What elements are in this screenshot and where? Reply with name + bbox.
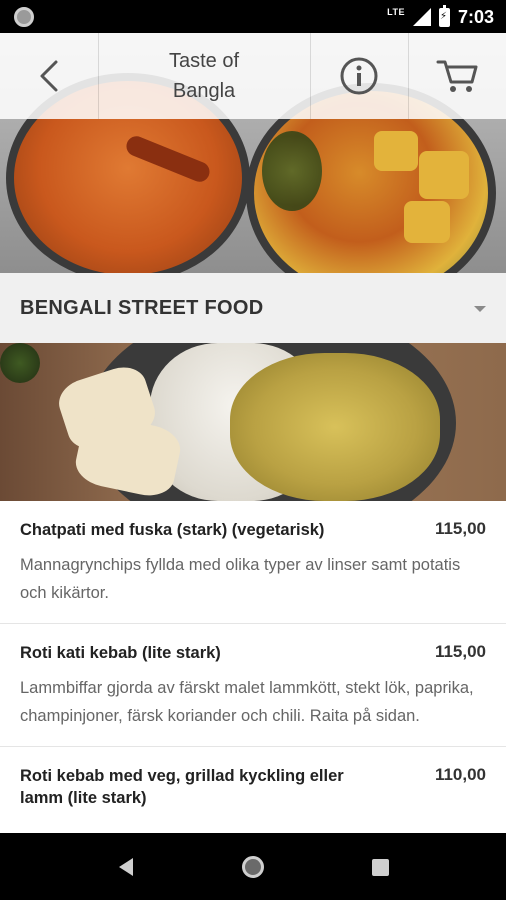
arrow-left-icon xyxy=(40,60,58,92)
square-recents-icon xyxy=(371,858,389,876)
system-recents-button[interactable] xyxy=(350,847,410,887)
cart-button[interactable] xyxy=(408,33,506,119)
title-line-2: Bangla xyxy=(172,80,236,102)
menu-item[interactable]: Chatpati med fuska (stark) (vegetarisk) … xyxy=(0,501,506,624)
herb-decoration xyxy=(0,343,40,383)
signal-icon xyxy=(412,8,431,26)
title-line-1: Taste of xyxy=(168,50,240,72)
potato-decoration xyxy=(404,201,450,243)
menu-list: Chatpati med fuska (stark) (vegetarisk) … xyxy=(0,501,506,833)
status-indicators: LTE 7:03 xyxy=(387,4,494,29)
menu-item[interactable]: Roti kati kebab (lite stark) 115,00 Lamm… xyxy=(0,624,506,747)
info-button[interactable] xyxy=(310,33,408,119)
triangle-back-icon xyxy=(119,858,133,876)
potato-decoration xyxy=(374,131,418,171)
item-name: Chatpati med fuska (stark) (vegetarisk) xyxy=(20,521,325,539)
item-price: 115,00 xyxy=(434,642,486,661)
restaurant-title: Taste of Bangla xyxy=(98,33,310,119)
item-price: 110,00 xyxy=(434,765,486,784)
shopping-cart-icon xyxy=(436,60,478,92)
herb-decoration xyxy=(262,131,322,211)
category-header[interactable]: BENGALI STREET FOOD xyxy=(0,273,506,343)
circle-home-icon xyxy=(242,856,264,878)
item-price: 115,00 xyxy=(434,519,486,538)
system-back-button[interactable] xyxy=(96,847,156,887)
caret-down-icon xyxy=(474,306,486,312)
chili-decoration xyxy=(123,133,213,185)
item-name: Roti kati kebab (lite stark) xyxy=(20,644,221,662)
status-bar: LTE 7:03 xyxy=(0,0,506,33)
item-description: Lammbiffar gjorda av färskt malet lammkö… xyxy=(20,679,474,725)
info-circle-icon xyxy=(340,57,378,95)
app-bar: Taste of Bangla xyxy=(0,33,506,119)
category-image xyxy=(0,343,506,501)
curry-image xyxy=(230,353,440,501)
network-type: LTE xyxy=(387,7,405,17)
item-name: Roti kebab med veg, grillad kyckling ell… xyxy=(20,767,344,807)
potato-decoration xyxy=(419,151,469,199)
system-nav-bar xyxy=(0,833,506,900)
item-description: Mannagrynchips fyllda med olika typer av… xyxy=(20,556,461,602)
status-time: 7:03 xyxy=(457,6,494,27)
category-title: BENGALI STREET FOOD xyxy=(20,296,264,319)
menu-item[interactable]: Roti kebab med veg, grillad kyckling ell… xyxy=(0,747,506,833)
back-button[interactable] xyxy=(0,33,98,119)
system-home-button[interactable] xyxy=(223,847,283,887)
notification-icon xyxy=(14,7,34,27)
battery-icon xyxy=(438,4,450,27)
